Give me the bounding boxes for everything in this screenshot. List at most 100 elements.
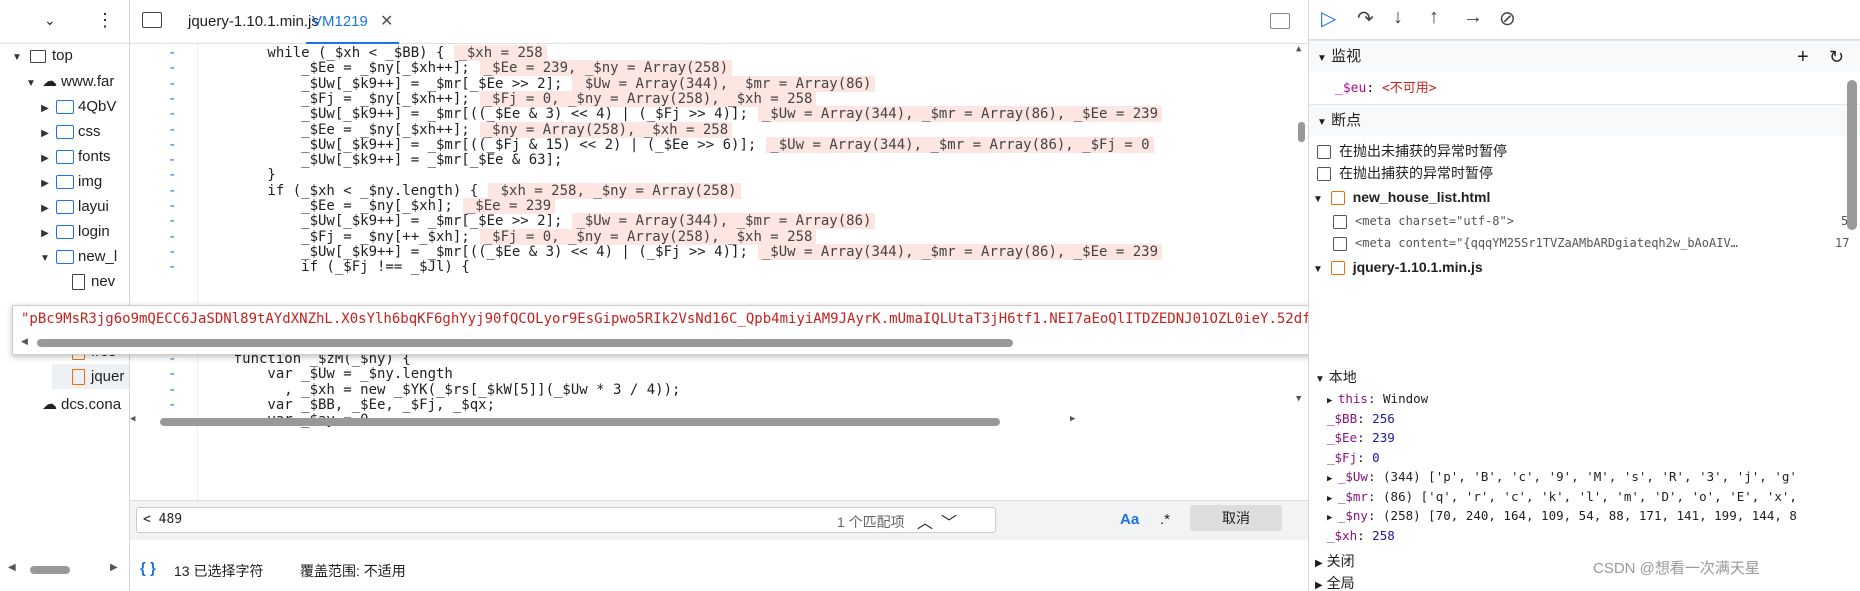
tree-item[interactable]: ▶ fonts: [38, 144, 111, 171]
watch-section-header[interactable]: ▼ 监视 + ↻: [1309, 40, 1860, 72]
tree-item[interactable]: ▶ css: [38, 119, 100, 146]
match-case-button[interactable]: Aa: [1120, 511, 1139, 528]
next-match-icon[interactable]: ﹀: [941, 509, 957, 533]
more-options-icon[interactable]: ⋮: [96, 10, 114, 31]
folder-icon: [56, 225, 74, 240]
tree-item[interactable]: ▼ new_l: [38, 244, 117, 269]
tree-item[interactable]: ▼ ☁ www.far: [24, 69, 114, 94]
triangle-down-icon[interactable]: ▼: [10, 45, 24, 70]
file-icon: [72, 274, 85, 291]
variable-value: (258) [70, 240, 164, 109, 54, 88, 171, 1…: [1383, 508, 1797, 523]
tree-item-label: dcs.cona: [61, 396, 122, 413]
triangle-down-icon[interactable]: ▼: [24, 71, 38, 96]
editor-hscrollbar[interactable]: ◀ ▶: [130, 414, 1295, 430]
tree-scrollbar[interactable]: ◀ ▶: [0, 560, 129, 580]
tree-item[interactable]: ▶ layui: [38, 194, 109, 219]
triangle-right-icon[interactable]: ▶: [1327, 474, 1338, 484]
bp-file-new-house[interactable]: ▼ new_house_list.html: [1313, 186, 1490, 208]
tree-item[interactable]: ▼ top: [10, 43, 73, 68]
inline-value: _$Uw = Array(344), _$mr = Array(86), _$F…: [766, 136, 1154, 153]
resume-icon[interactable]: ▷: [1321, 6, 1336, 31]
tree-item[interactable]: ▶ login: [38, 219, 110, 244]
triangle-right-icon[interactable]: ▶: [38, 221, 52, 246]
local-scope-header[interactable]: ▼ 本地: [1315, 366, 1357, 388]
watch-item[interactable]: _$eu: <不可用>: [1335, 78, 1437, 100]
tab-label: VM1219: [312, 13, 368, 30]
sidebar-scrollbar[interactable]: [1847, 80, 1857, 230]
step-over-icon[interactable]: ↷: [1357, 6, 1374, 31]
refresh-icon[interactable]: ↻: [1829, 41, 1844, 73]
tab-jquery[interactable]: jquery-1.10.1.min.js: [182, 0, 325, 44]
cloud-icon: ☁: [42, 396, 57, 413]
folder-icon: [56, 250, 74, 265]
chevron-down-icon[interactable]: ⌄: [44, 12, 56, 29]
tree-item-label: login: [78, 223, 110, 240]
variable-name: _$xh: [1327, 527, 1358, 543]
step-into-icon[interactable]: ↓: [1393, 6, 1403, 29]
tree-item-label: fonts: [78, 148, 111, 165]
coverage-status: 覆盖范围: 不适用: [300, 563, 406, 579]
tree-item[interactable]: ☁ dcs.cona: [24, 392, 121, 417]
folder-icon: [56, 175, 74, 190]
tree-item[interactable]: ▶ 4QbV: [38, 94, 116, 119]
code-editor[interactable]: - while (_$xh < _$BB) {_$xh = 258- _$Ee …: [130, 44, 1308, 500]
tab-vm1219[interactable]: VM1219 ✕: [306, 0, 400, 44]
checkbox[interactable]: [1317, 167, 1331, 182]
checkbox[interactable]: [1317, 145, 1331, 160]
deactivate-breakpoints-icon[interactable]: ⊘: [1499, 6, 1516, 31]
triangle-right-icon[interactable]: ▶: [38, 196, 52, 221]
scope-variable[interactable]: ▶ _$ny: (258) [70, 240, 164, 109, 54, 88…: [1327, 505, 1797, 527]
checkbox[interactable]: [1333, 236, 1347, 251]
toggle-navigator-icon[interactable]: [142, 12, 162, 28]
close-icon[interactable]: ✕: [380, 13, 393, 30]
section-title: 全局: [1326, 575, 1355, 591]
add-icon[interactable]: +: [1797, 41, 1809, 73]
variable-value: (344) ['p', 'B', 'c', '9', 'M', 's', 'R'…: [1383, 469, 1797, 484]
tree-item-label: top: [52, 47, 73, 64]
line-marker[interactable]: -: [168, 258, 176, 276]
triangle-right-icon[interactable]: ▶: [1327, 396, 1338, 406]
pretty-print-button[interactable]: { }: [140, 560, 156, 577]
file-icon: [1330, 261, 1345, 276]
editor-vscrollbar[interactable]: ▲ ▼: [1295, 44, 1308, 414]
step-out-icon[interactable]: ↑: [1429, 6, 1439, 29]
triangle-right-icon[interactable]: ▶: [38, 146, 52, 171]
tree-item[interactable]: nev: [52, 269, 115, 294]
checkbox[interactable]: [1333, 214, 1347, 229]
bp-line-text: <meta charset="utf-8">: [1355, 214, 1514, 228]
triangle-right-icon[interactable]: ▶: [1327, 494, 1338, 504]
bp-line[interactable]: <meta charset="utf-8"> 5: [1333, 210, 1853, 232]
bp-line[interactable]: <meta content="{qqqYM25Sr1TVZaAMbARDgiat…: [1333, 232, 1853, 254]
code-text: if (_$Fj !== _$Jl) {: [200, 259, 470, 276]
triangle-right-icon[interactable]: ▶: [38, 121, 52, 146]
scope-variable[interactable]: _$xh: 258: [1327, 525, 1395, 547]
global-scope-header[interactable]: ▶ 全局: [1315, 572, 1355, 591]
debugger-toolbar: ▷ ↷ ↓ ↑ → ⊘: [1309, 0, 1860, 40]
line-gutter[interactable]: [130, 44, 198, 500]
triangle-right-icon[interactable]: ▶: [38, 96, 52, 121]
pause-uncaught-checkbox[interactable]: 在抛出未捕获的异常时暂停: [1317, 140, 1507, 162]
tree-item-label: 4QbV: [78, 98, 117, 115]
search-input[interactable]: < 489 1 个匹配项 ︿ ﹀: [136, 507, 996, 533]
triangle-down-icon[interactable]: ▼: [38, 246, 52, 271]
triangle-right-icon[interactable]: ▶: [38, 171, 52, 196]
toggle-debugger-icon[interactable]: [1270, 13, 1290, 29]
pause-caught-checkbox[interactable]: 在抛出捕获的异常时暂停: [1317, 162, 1493, 184]
closure-scope-header[interactable]: ▶ 关闭: [1315, 550, 1355, 572]
watermark: CSDN @想看一次满天星: [1593, 560, 1760, 577]
bp-file-jquery[interactable]: ▼ jquery-1.10.1.min.js: [1313, 256, 1483, 278]
debugger-sidebar: ▷ ↷ ↓ ↑ → ⊘ ▼ 监视 + ↻ _$eu: <不可用> ▼ 断点 在抛…: [1308, 0, 1860, 591]
breakpoints-section-header[interactable]: ▼ 断点: [1309, 104, 1860, 136]
tree-item[interactable]: ▶ img: [38, 169, 102, 194]
tree-item[interactable]: jquer: [52, 364, 129, 389]
section-title: 关闭: [1326, 553, 1355, 569]
tree-item-label: new_l: [78, 248, 118, 265]
triangle-right-icon[interactable]: ▶: [1327, 513, 1338, 523]
variable-value: 258: [1372, 527, 1395, 543]
cancel-button[interactable]: 取消: [1190, 505, 1282, 531]
code-line[interactable]: if (_$Fj !== _$Jl) {: [200, 258, 470, 276]
step-icon[interactable]: →: [1463, 6, 1483, 29]
regex-button[interactable]: .*: [1160, 511, 1170, 528]
previous-match-icon[interactable]: ︿: [917, 509, 933, 533]
selection-status: 13 已选择字符: [174, 563, 264, 579]
